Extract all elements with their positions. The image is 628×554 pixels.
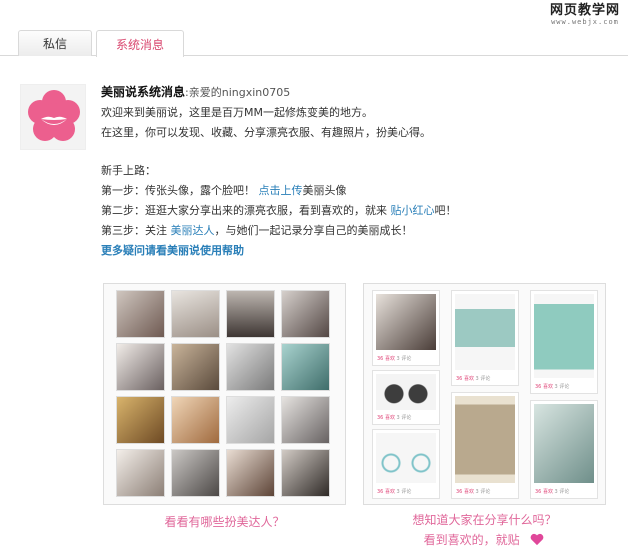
greeting: :亲爱的ningxin0705 (185, 86, 291, 99)
feed-photo (455, 294, 515, 370)
feed-comments: 3 评论 (475, 376, 491, 382)
expert-avatar[interactable] (226, 449, 275, 497)
heart-like-link[interactable]: 贴小红心 (391, 204, 435, 217)
expert-avatar-grid (116, 290, 330, 497)
expert-avatar[interactable] (171, 343, 220, 391)
feed-meta: 36 喜欢 3 评论 (377, 355, 411, 362)
expert-avatar[interactable] (281, 449, 330, 497)
feed-item[interactable]: 36 喜欢 3 评论 (372, 370, 440, 425)
expert-avatar[interactable] (226, 290, 275, 338)
expert-avatar[interactable] (116, 343, 165, 391)
feed-comments: 3 评论 (396, 489, 412, 495)
feed-photo (455, 396, 515, 483)
step-2-text: 第二步：逛逛大家分享出来的漂亮衣服，看到喜欢的，就来 (101, 204, 391, 217)
beauty-experts-link[interactable]: 美丽达人 (171, 224, 215, 237)
shared-caption-link[interactable]: 想知道大家在分享什么吗？ 看到喜欢的，就贴 (363, 510, 606, 550)
feed-meta: 36 喜欢 3 评论 (535, 383, 569, 390)
system-message-body: 美丽说系统消息:亲爱的ningxin0705 欢迎来到美丽说，这里是百万MM一起… (101, 82, 601, 261)
feed-likes: 36 喜欢 (377, 356, 395, 362)
feed-comments: 3 评论 (554, 384, 570, 390)
shared-caption-line-1: 想知道大家在分享什么吗？ (412, 513, 557, 527)
feed-likes: 36 喜欢 (535, 489, 553, 495)
expert-avatar[interactable] (281, 290, 330, 338)
step-2: 第二步：逛逛大家分享出来的漂亮衣服，看到喜欢的，就来 贴小红心吧！ (101, 201, 601, 221)
expert-avatar[interactable] (281, 396, 330, 444)
feed-likes: 36 喜欢 (377, 415, 395, 421)
feed-likes: 36 喜欢 (456, 376, 474, 382)
tab-system-messages[interactable]: 系统消息 (96, 30, 184, 57)
feed-item[interactable]: 36 喜欢 3 评论 (372, 290, 440, 366)
expert-avatar[interactable] (116, 290, 165, 338)
site-watermark: 网页教学网 www.webjx.com (550, 4, 620, 26)
expert-avatar[interactable] (171, 449, 220, 497)
step-1: 第一步：传张头像，露个脸吧！ 点击上传美丽头像 (101, 181, 601, 201)
welcome-line-2: 在这里，你可以发现、收藏、分享漂亮衣服、有趣照片，扮美心得。 (101, 126, 431, 139)
feed-comments: 3 评论 (396, 356, 412, 362)
feed-likes: 36 喜欢 (456, 489, 474, 495)
step-1-text: 第一步：传张头像，露个脸吧！ (101, 184, 255, 197)
feed-meta: 36 喜欢 3 评论 (377, 414, 411, 421)
feed-meta: 36 喜欢 3 评论 (535, 488, 569, 495)
step-3-suffix: ，与她们一起记录分享自己的美丽成长！ (214, 224, 413, 237)
feed-item[interactable]: 36 喜欢 3 评论 (372, 429, 440, 499)
upload-avatar-link[interactable]: 点击上传 (259, 184, 303, 197)
expert-avatar[interactable] (116, 449, 165, 497)
expert-avatar[interactable] (226, 396, 275, 444)
feed-photo (376, 374, 436, 410)
feed-comments: 3 评论 (554, 489, 570, 495)
help-link[interactable]: 更多疑问请看美丽说使用帮助 (101, 241, 601, 261)
sender-name[interactable]: 美丽说系统消息 (101, 85, 185, 99)
feed-comments: 3 评论 (475, 489, 491, 495)
watermark-cn: 网页教学网 (549, 3, 620, 18)
feed-comments: 3 评论 (396, 415, 412, 421)
feed-meta: 36 喜欢 3 评论 (456, 488, 490, 495)
message-tabs: 私信 系统消息 (0, 24, 628, 57)
flower-logo-icon (28, 90, 80, 141)
expert-avatar[interactable] (171, 396, 220, 444)
feed-likes: 36 喜欢 (377, 489, 395, 495)
message-title: 美丽说系统消息:亲爱的ningxin0705 (101, 82, 601, 103)
sender-avatar (20, 84, 86, 150)
expert-avatar[interactable] (281, 343, 330, 391)
welcome-line-1: 欢迎来到美丽说，这里是百万MM一起修炼变美的地方。 (101, 106, 373, 119)
expert-avatar[interactable] (171, 290, 220, 338)
feed-photo (376, 433, 436, 483)
feed-item[interactable]: 36 喜欢 3 评论 (530, 400, 598, 499)
newbie-heading: 新手上路： (101, 164, 156, 177)
shared-caption-text: 看到喜欢的，就贴 (423, 533, 520, 547)
feed-photo (534, 294, 594, 378)
expert-avatar[interactable] (226, 343, 275, 391)
feed-photo (376, 294, 436, 350)
expert-avatar[interactable] (116, 396, 165, 444)
feed-item[interactable]: 36 喜欢 3 评论 (451, 290, 519, 386)
tab-private-messages[interactable]: 私信 (18, 30, 92, 56)
step-3: 第三步：关注 美丽达人，与她们一起记录分享自己的美丽成长！ (101, 221, 601, 241)
shared-items-panel[interactable]: 36 喜欢 3 评论 36 喜欢 3 评论 36 喜欢 3 评论 36 喜欢 3… (363, 283, 606, 505)
feed-item[interactable]: 36 喜欢 3 评论 (451, 392, 519, 499)
step-3-text: 第三步：关注 (101, 224, 171, 237)
step-2-suffix: 吧！ (434, 204, 457, 217)
feed-photo (534, 404, 594, 483)
feed-meta: 36 喜欢 3 评论 (456, 375, 490, 382)
experts-caption-link[interactable]: 看看有哪些扮美达人？ (103, 512, 346, 532)
experts-photo-panel[interactable] (103, 283, 346, 505)
feed-meta: 36 喜欢 3 评论 (377, 488, 411, 495)
heart-icon (531, 533, 544, 546)
feed-likes: 36 喜欢 (535, 384, 553, 390)
step-1-suffix: 美丽头像 (302, 184, 347, 197)
feed-item[interactable]: 36 喜欢 3 评论 (530, 290, 598, 394)
shared-caption-line-2: 看到喜欢的，就贴 (363, 530, 606, 550)
